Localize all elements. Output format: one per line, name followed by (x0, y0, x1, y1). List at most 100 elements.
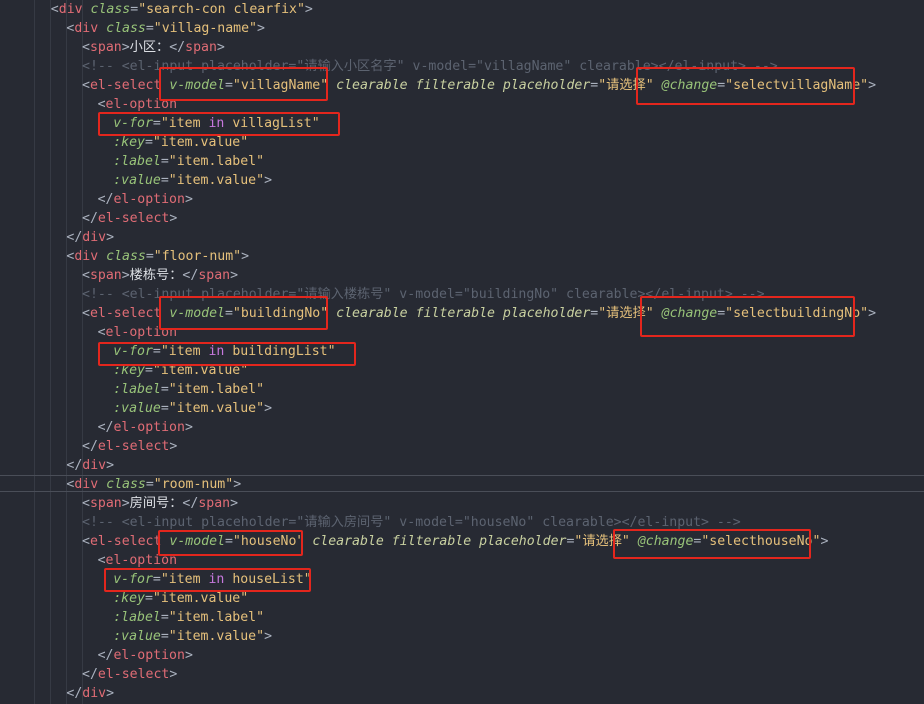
code-token: > (230, 496, 239, 511)
code-token: > (264, 173, 273, 188)
code-token: el-select (89, 534, 162, 549)
code-token: div (82, 230, 107, 245)
code-token: clearable (312, 534, 384, 549)
code-token: placeholder (502, 78, 591, 93)
code-token: div (82, 686, 107, 701)
code-token: > (233, 477, 242, 492)
code-token: = (160, 401, 169, 416)
code-line[interactable]: <span>房间号：</span> (0, 494, 924, 513)
highlight-box (159, 296, 328, 330)
code-token: <!-- <el-input placeholder="请输入房间号" v-mo… (82, 515, 741, 530)
code-token: > (230, 268, 239, 283)
code-token: > (106, 686, 115, 701)
code-token: 楼栋号： (129, 268, 183, 283)
code-token: el-select (97, 211, 170, 226)
code-token: class (106, 21, 146, 36)
code-line[interactable]: </el-select> (0, 437, 924, 456)
code-token: span (89, 268, 122, 283)
code-line[interactable]: </el-option> (0, 190, 924, 209)
code-token: :label (113, 610, 161, 625)
code-line[interactable]: <span>小区：</span> (0, 38, 924, 57)
code-token: </ (82, 667, 98, 682)
code-token: </ (182, 496, 199, 511)
highlight-box (98, 112, 340, 136)
code-token: > (106, 458, 115, 473)
code-token: el-select (97, 439, 170, 454)
code-token: el-option (113, 648, 185, 663)
code-token: > (868, 306, 877, 321)
code-line[interactable]: <div class="floor-num"> (0, 247, 924, 266)
code-token: class (90, 2, 131, 17)
code-token: > (169, 439, 178, 454)
code-token: < (82, 40, 90, 55)
code-line[interactable]: :label="item.label" (0, 152, 924, 171)
code-editor[interactable]: <div class="search-con clearfix"> <div cl… (0, 0, 924, 704)
code-token: > (169, 211, 178, 226)
code-token: = (160, 629, 169, 644)
code-token: div (82, 458, 107, 473)
highlight-box (98, 342, 356, 366)
code-line[interactable]: </div> (0, 684, 924, 703)
code-line[interactable]: :value="item.value"> (0, 171, 924, 190)
code-line[interactable]: </div> (0, 456, 924, 475)
code-token: < (82, 268, 90, 283)
code-token: "item.value" (152, 591, 249, 606)
code-line[interactable]: :label="item.label" (0, 608, 924, 627)
code-token: "item.label" (168, 610, 265, 625)
code-token: > (169, 667, 178, 682)
code-line[interactable]: </el-option> (0, 418, 924, 437)
code-token: > (184, 420, 193, 435)
code-token: "room-num" (153, 477, 234, 492)
code-token: > (820, 534, 829, 549)
code-token: > (264, 401, 273, 416)
code-token: = (160, 154, 169, 169)
code-token: </ (66, 686, 83, 701)
code-line[interactable]: <div class="search-con clearfix"> (0, 0, 924, 19)
code-token: </ (169, 40, 186, 55)
code-token: el-select (89, 306, 162, 321)
code-token: = (145, 477, 154, 492)
code-token: > (184, 648, 193, 663)
code-token: </ (182, 268, 199, 283)
code-line[interactable]: </el-select> (0, 665, 924, 684)
code-line[interactable]: </el-option> (0, 646, 924, 665)
code-token: > (106, 230, 115, 245)
code-line[interactable]: <span>楼栋号：</span> (0, 266, 924, 285)
code-line[interactable]: :label="item.label" (0, 380, 924, 399)
code-token: placeholder (502, 306, 591, 321)
code-line[interactable]: </div> (0, 228, 924, 247)
code-line[interactable]: :value="item.value"> (0, 399, 924, 418)
code-token: "item.label" (168, 382, 265, 397)
code-token: > (121, 40, 130, 55)
code-token: < (97, 553, 106, 568)
code-token: > (241, 249, 250, 264)
code-token: = (130, 2, 139, 17)
code-token: :label (113, 154, 161, 169)
code-token: </ (66, 230, 83, 245)
code-token: < (82, 306, 90, 321)
code-token: "item.value" (168, 173, 265, 188)
code-token: < (82, 534, 90, 549)
highlight-box (636, 67, 855, 105)
code-token: = (160, 382, 169, 397)
code-token: </ (97, 420, 114, 435)
code-token: > (257, 21, 265, 36)
highlight-box (640, 296, 855, 337)
code-line[interactable]: </el-select> (0, 209, 924, 228)
code-line[interactable]: :value="item.value"> (0, 627, 924, 646)
highlight-box (613, 529, 811, 559)
code-line[interactable]: <div class="room-num"> (0, 475, 924, 492)
code-line[interactable]: <div class="villag-name"> (0, 19, 924, 38)
code-token: span (185, 40, 217, 55)
code-token: div (74, 21, 99, 36)
code-token: = (160, 610, 169, 625)
code-token: :value (113, 173, 161, 188)
